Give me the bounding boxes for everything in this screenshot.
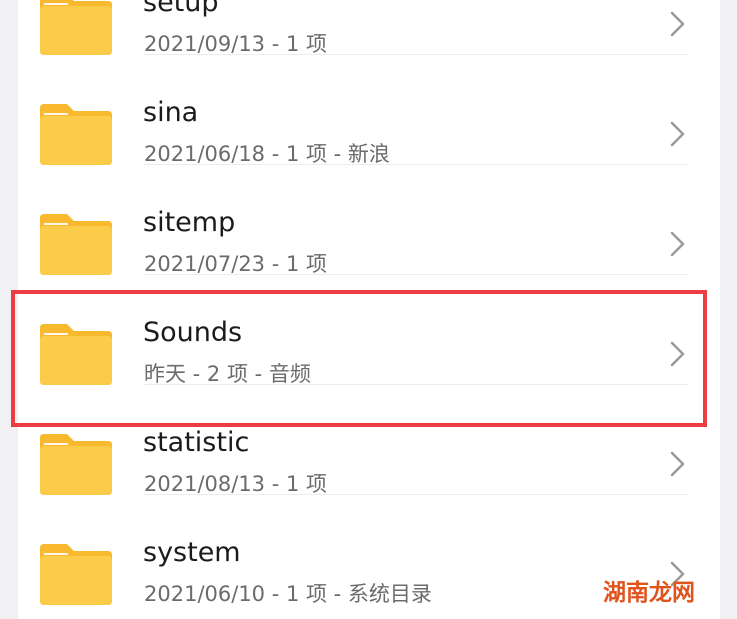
watermark: 湖南龙网 [603, 579, 695, 606]
folder-icon [40, 434, 112, 495]
chevron-right-icon [668, 340, 688, 368]
folder-icon [40, 214, 112, 275]
chevron-right-icon [668, 10, 688, 38]
folder-row-statistic[interactable]: statistic 2021/08/13 - 1 项 [0, 385, 737, 496]
folder-name: sitemp [143, 207, 236, 238]
folder-row-sitemp[interactable]: sitemp 2021/07/23 - 1 项 [0, 165, 737, 276]
folder-icon [40, 104, 112, 165]
folder-icon [40, 0, 112, 55]
folder-name: sina [143, 97, 199, 128]
folder-name: statistic [143, 427, 250, 458]
folder-row-sounds[interactable]: Sounds 昨天 - 2 项 - 音频 [0, 275, 737, 386]
file-browser: setup 2021/09/13 - 1 项 sina 2021/06/18 -… [0, 0, 737, 619]
folder-name: setup [143, 0, 219, 18]
folder-icon [40, 544, 112, 605]
folder-row-setup[interactable]: setup 2021/09/13 - 1 项 [0, 0, 737, 56]
chevron-right-icon [668, 230, 688, 258]
folder-name: Sounds [143, 317, 243, 348]
folder-icon [40, 324, 112, 385]
chevron-right-icon [668, 120, 688, 148]
folder-list: setup 2021/09/13 - 1 项 sina 2021/06/18 -… [0, 0, 737, 606]
folder-row-sina[interactable]: sina 2021/06/18 - 1 项 - 新浪 [0, 55, 737, 166]
folder-name: system [143, 537, 241, 568]
chevron-right-icon [668, 450, 688, 478]
folder-meta: 2021/06/10 - 1 项 - 系统目录 [144, 582, 432, 606]
